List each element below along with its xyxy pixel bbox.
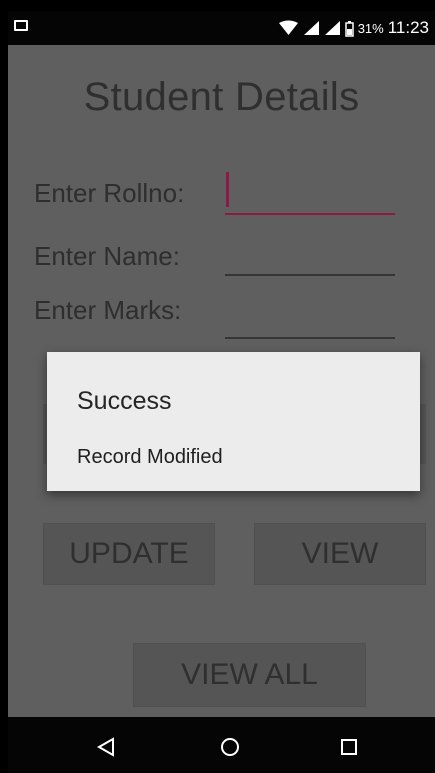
wifi-icon — [278, 20, 298, 35]
home-button[interactable] — [216, 733, 244, 761]
notification-icon — [14, 20, 28, 31]
battery-icon — [344, 20, 354, 37]
home-icon — [221, 738, 239, 756]
signal-icon — [324, 21, 340, 35]
app-screen: Student Details Enter Rollno: Enter Name… — [8, 45, 435, 717]
status-bar: 31% 11:23 — [8, 11, 435, 45]
battery-percent: 31% — [357, 20, 384, 36]
success-dialog: Success Record Modified — [47, 352, 420, 491]
status-icons: 31% 11:23 — [278, 11, 429, 45]
dialog-title: Success — [77, 387, 172, 415]
dialog-overlay: Success Record Modified — [8, 45, 435, 717]
signal-icon — [303, 21, 319, 35]
recent-apps-icon — [341, 739, 357, 755]
dialog-message: Record Modified — [77, 446, 223, 468]
back-icon — [96, 737, 114, 757]
clock: 11:23 — [387, 18, 429, 37]
back-button[interactable] — [92, 733, 120, 761]
recent-apps-button[interactable] — [335, 733, 363, 761]
navigation-bar — [8, 717, 435, 773]
